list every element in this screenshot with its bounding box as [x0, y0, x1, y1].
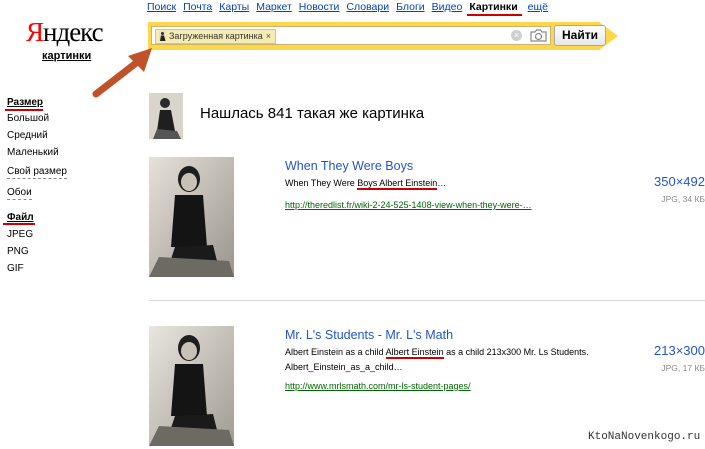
- search-input[interactable]: Загруженная картинка × ×: [151, 26, 551, 45]
- find-button[interactable]: Найти: [554, 25, 606, 46]
- size-option-large[interactable]: Большой: [7, 110, 67, 127]
- nav-more[interactable]: ещё: [528, 1, 548, 13]
- clear-icon[interactable]: ×: [511, 30, 522, 41]
- file-options: JPEG PNG GIF: [7, 226, 33, 277]
- result-description: When They Were Boys Albert Einstein…: [285, 178, 447, 188]
- size-options: Большой Средний Маленький Свой размер Об…: [7, 110, 67, 205]
- result-url[interactable]: http://theredlist.fr/wiki-2-24-525-1408-…: [285, 200, 532, 210]
- result-title[interactable]: When They Were Boys: [285, 159, 413, 173]
- nav-blogs[interactable]: Блоги: [396, 1, 425, 13]
- file-option-gif[interactable]: GIF: [7, 260, 33, 277]
- nav-dictionaries[interactable]: Словари: [346, 1, 389, 13]
- camera-icon[interactable]: [529, 28, 548, 43]
- chip-label: Загруженная картинка: [169, 31, 263, 41]
- uploaded-image-chip[interactable]: Загруженная картинка ×: [155, 29, 277, 44]
- size-option-medium[interactable]: Средний: [7, 127, 67, 144]
- results-divider: [149, 300, 705, 301]
- size-option-small[interactable]: Маленький: [7, 144, 67, 161]
- top-nav: Поиск Почта Карты Маркет Новости Словари Блоги…: [147, 1, 555, 15]
- watermark: KtoNaNovenkogo.ru: [588, 431, 701, 443]
- search-bar: Загруженная картинка × × Найти: [148, 22, 628, 50]
- custom-size-link[interactable]: Свой размер: [7, 166, 67, 179]
- result-item: When They Were Boys When They Were Boys …: [149, 157, 705, 282]
- result-title[interactable]: Mr. L's Students - Mr. L's Math: [285, 328, 453, 342]
- result-description: Albert Einstein as a child Albert Einste…: [285, 347, 589, 372]
- result-thumbnail[interactable]: [149, 326, 234, 446]
- result-meta: JPG, 34 КБ: [661, 194, 705, 204]
- nav-market[interactable]: Маркет: [256, 1, 292, 13]
- result-meta: JPG, 17 КБ: [661, 363, 705, 373]
- result-thumbnail[interactable]: [149, 157, 234, 277]
- nav-video[interactable]: Видео: [432, 1, 463, 13]
- file-option-jpeg[interactable]: JPEG: [7, 226, 33, 243]
- file-option-png[interactable]: PNG: [7, 243, 33, 260]
- file-heading-underline: [3, 223, 35, 225]
- result-size[interactable]: 213×300: [625, 343, 705, 358]
- logo-subtitle[interactable]: картинки: [42, 50, 91, 62]
- result-size[interactable]: 350×492: [625, 174, 705, 189]
- query-image-thumbnail[interactable]: [149, 93, 183, 139]
- nav-search[interactable]: Поиск: [147, 1, 176, 13]
- result-item: Mr. L's Students - Mr. L's Math Albert E…: [149, 326, 705, 448]
- nav-maps[interactable]: Карты: [219, 1, 249, 13]
- found-count: Нашлась 841 такая же картинка: [200, 105, 425, 122]
- wallpapers-link[interactable]: Обои: [7, 187, 32, 200]
- image-thumb-icon: [159, 31, 166, 41]
- nav-news[interactable]: Новости: [299, 1, 340, 13]
- result-url[interactable]: http://www.mrlsmath.com/mr-ls-student-pa…: [285, 381, 471, 391]
- nav-images-active[interactable]: Картинки: [469, 1, 517, 13]
- nav-mail[interactable]: Почта: [183, 1, 212, 13]
- chip-close-icon[interactable]: ×: [266, 31, 271, 41]
- arrow-annotation-icon: [92, 48, 152, 98]
